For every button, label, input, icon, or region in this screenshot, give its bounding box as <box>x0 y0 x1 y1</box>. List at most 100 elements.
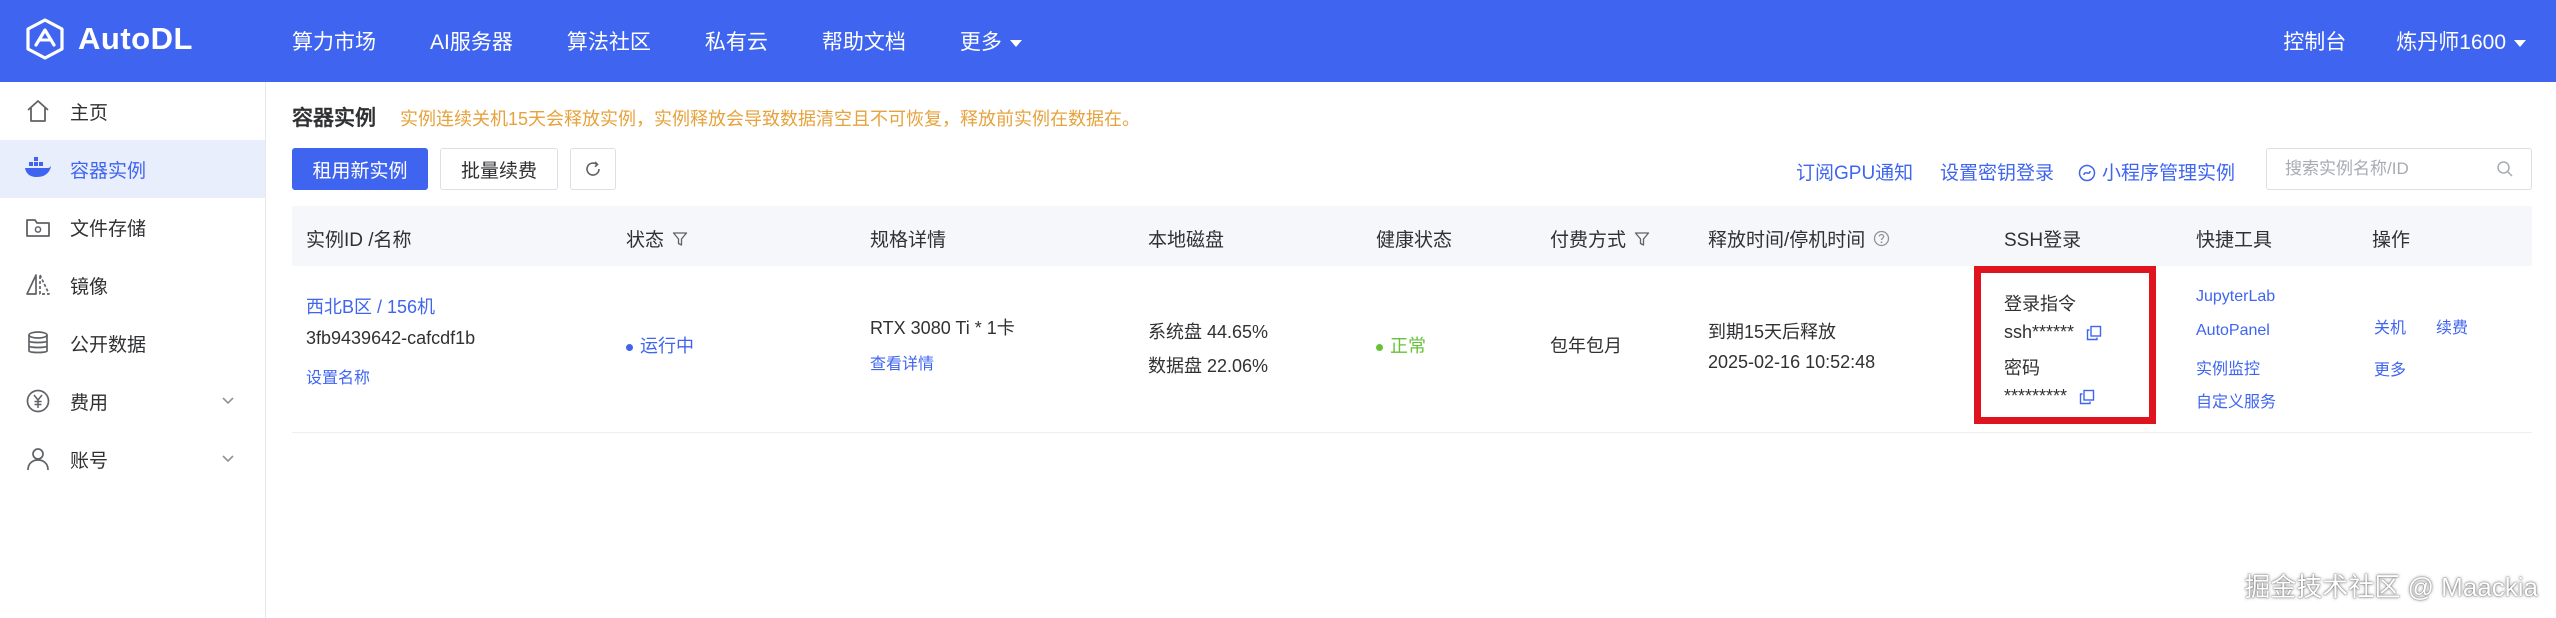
ssh-pwd-row: ********* <box>2004 386 2095 407</box>
brand-name: AutoDL <box>78 21 193 56</box>
page-title: 容器实例 <box>292 107 376 130</box>
sidebar: 主页 容器实例 文件存储 镜像 公开数据 费用 账号 <box>0 82 266 618</box>
set-name-link[interactable]: 设置名称 <box>306 364 370 388</box>
sidebar-item-file-storage[interactable]: 文件存储 <box>0 198 265 256</box>
mini-program-icon <box>2078 164 2096 182</box>
sidebar-item-account[interactable]: 账号 <box>0 430 265 488</box>
tool-jupyterlab-link[interactable]: JupyterLab <box>2196 288 2275 306</box>
chevron-down-icon <box>222 397 234 405</box>
sidebar-item-label: 公开数据 <box>70 334 147 356</box>
tool-monitor-link[interactable]: 实例监控 <box>2196 355 2260 379</box>
table-header: 实例ID /名称 状态 规格详情 本地磁盘 健康状态 付费方式 释放时间/停机时… <box>292 206 2532 266</box>
th-ssh-login: SSH登录 <box>2004 230 2082 251</box>
rent-new-instance-button[interactable]: 租用新实例 <box>292 148 428 190</box>
sidebar-item-billing[interactable]: 费用 <box>0 372 265 430</box>
sidebar-item-images[interactable]: 镜像 <box>0 256 265 314</box>
th-status[interactable]: 状态 <box>626 225 688 252</box>
user-icon <box>24 445 52 473</box>
shutdown-link[interactable]: 关机 <box>2374 314 2406 338</box>
renew-link[interactable]: 续费 <box>2436 314 2468 338</box>
user-name: 炼丹师1600 <box>2396 31 2506 54</box>
th-billing-label: 付费方式 <box>1550 230 1627 251</box>
copy-icon[interactable] <box>2086 325 2102 341</box>
health-text: 正常 <box>1390 336 1426 356</box>
title-row: 容器实例 实例连续关机15天会释放实例，实例释放会导致数据清空且不可恢复，释放前… <box>292 102 1140 132</box>
user-menu[interactable]: 炼丹师1600 <box>2396 26 2526 56</box>
caret-down-icon <box>1009 39 1022 47</box>
instance-id: 3fb9439642-cafcdf1b <box>306 328 476 348</box>
nav-more[interactable]: 更多 <box>960 26 1022 56</box>
health-dot <box>1376 343 1383 351</box>
th-billing[interactable]: 付费方式 <box>1550 225 1650 252</box>
release-time: 2025-02-16 10:52:48 <box>1708 352 1876 372</box>
tool-custom-service-link[interactable]: 自定义服务 <box>2196 388 2276 412</box>
watermark: 掘金技术社区 @ Maackia <box>2244 572 2538 602</box>
nav-help-docs[interactable]: 帮助文档 <box>822 26 906 56</box>
data-disk: 数据盘 22.06% <box>1148 356 1269 376</box>
ssh-pwd-value: ********* <box>2004 386 2068 406</box>
toolbar: 租用新实例 批量续费 订阅GPU通知 设置密钥登录 小程序管理实例 <box>292 148 2532 192</box>
sidebar-item-container-instances[interactable]: 容器实例 <box>0 140 265 198</box>
chevron-down-icon <box>222 455 234 463</box>
release-text: 到期15天后释放 <box>1708 322 1837 342</box>
th-local-disk: 本地磁盘 <box>1148 230 1225 251</box>
th-actions: 操作 <box>2372 230 2411 251</box>
refresh-icon <box>586 161 600 176</box>
sidebar-item-label: 文件存储 <box>70 218 147 240</box>
ssh-cmd-value: ssh****** <box>2004 322 2075 342</box>
more-actions-link[interactable]: 更多 <box>2374 356 2406 380</box>
th-status-label: 状态 <box>626 230 665 251</box>
folder-icon <box>24 213 52 241</box>
refresh-button[interactable] <box>570 148 616 190</box>
release-warning: 实例连续关机15天会释放实例，实例释放会导致数据清空且不可恢复，释放前实例在数据… <box>400 109 1141 129</box>
search-icon <box>2497 161 2513 177</box>
sidebar-item-home[interactable]: 主页 <box>0 82 265 140</box>
ssh-cmd-label: 登录指令 <box>2004 294 2076 314</box>
nav-more-label: 更多 <box>959 31 1002 54</box>
ssh-cmd-row: ssh****** <box>2004 322 2102 343</box>
filter-icon <box>672 231 688 246</box>
tool-autopanel-link[interactable]: AutoPanel <box>2196 322 2270 340</box>
status-dot <box>626 343 633 351</box>
instance-table: 实例ID /名称 状态 规格详情 本地磁盘 健康状态 付费方式 释放时间/停机时… <box>292 206 2532 433</box>
nav-right: 控制台 炼丹师1600 <box>2283 0 2526 82</box>
spec-detail-link[interactable]: 查看详情 <box>870 350 934 374</box>
nav-console[interactable]: 控制台 <box>2283 26 2346 56</box>
caret-down-icon <box>2514 39 2526 47</box>
gpu-notify-link[interactable]: 订阅GPU通知 <box>1796 158 1913 185</box>
mini-program-link[interactable]: 小程序管理实例 <box>2078 158 2235 185</box>
sidebar-item-label: 主页 <box>70 102 109 124</box>
nav-algorithm-community[interactable]: 算法社区 <box>567 26 651 56</box>
sidebar-item-public-data[interactable]: 公开数据 <box>0 314 265 372</box>
set-key-login-link[interactable]: 设置密钥登录 <box>1940 158 2054 185</box>
brand-logo[interactable]: AutoDL <box>24 18 193 60</box>
nav-private-cloud[interactable]: 私有云 <box>705 26 768 56</box>
status-text: 运行中 <box>640 336 694 356</box>
home-icon <box>24 97 52 125</box>
help-icon[interactable] <box>1873 230 1890 247</box>
autodl-logo-icon <box>26 18 64 60</box>
yen-icon <box>24 387 52 415</box>
main-nav: 算力市场 AI服务器 算法社区 私有云 帮助文档 更多 <box>292 0 1076 82</box>
filter-icon <box>1634 231 1650 246</box>
sidebar-item-label: 费用 <box>70 392 109 414</box>
copy-icon[interactable] <box>2079 389 2095 405</box>
th-quick-tools: 快捷工具 <box>2196 230 2273 251</box>
th-instance-id: 实例ID /名称 <box>306 230 412 251</box>
billing-text: 包年包月 <box>1550 336 1622 356</box>
th-release-time: 释放时间/停机时间 <box>1708 225 1890 252</box>
sidebar-item-label: 镜像 <box>70 276 109 298</box>
docker-icon <box>24 155 52 183</box>
th-health: 健康状态 <box>1376 230 1453 251</box>
th-spec: 规格详情 <box>870 230 947 251</box>
nav-compute-market[interactable]: 算力市场 <box>292 26 376 56</box>
batch-renew-button[interactable]: 批量续费 <box>440 148 558 190</box>
database-icon <box>24 329 52 357</box>
health-badge: 正常 <box>1376 332 1426 358</box>
nav-ai-server[interactable]: AI服务器 <box>430 26 513 56</box>
sidebar-item-label: 容器实例 <box>70 160 147 182</box>
instance-name-link[interactable]: 西北B区 / 156机 <box>306 293 435 319</box>
search-input[interactable] <box>2266 148 2532 190</box>
ssh-pwd-label: 密码 <box>2004 358 2040 378</box>
th-release-label: 释放时间/停机时间 <box>1708 230 1866 251</box>
